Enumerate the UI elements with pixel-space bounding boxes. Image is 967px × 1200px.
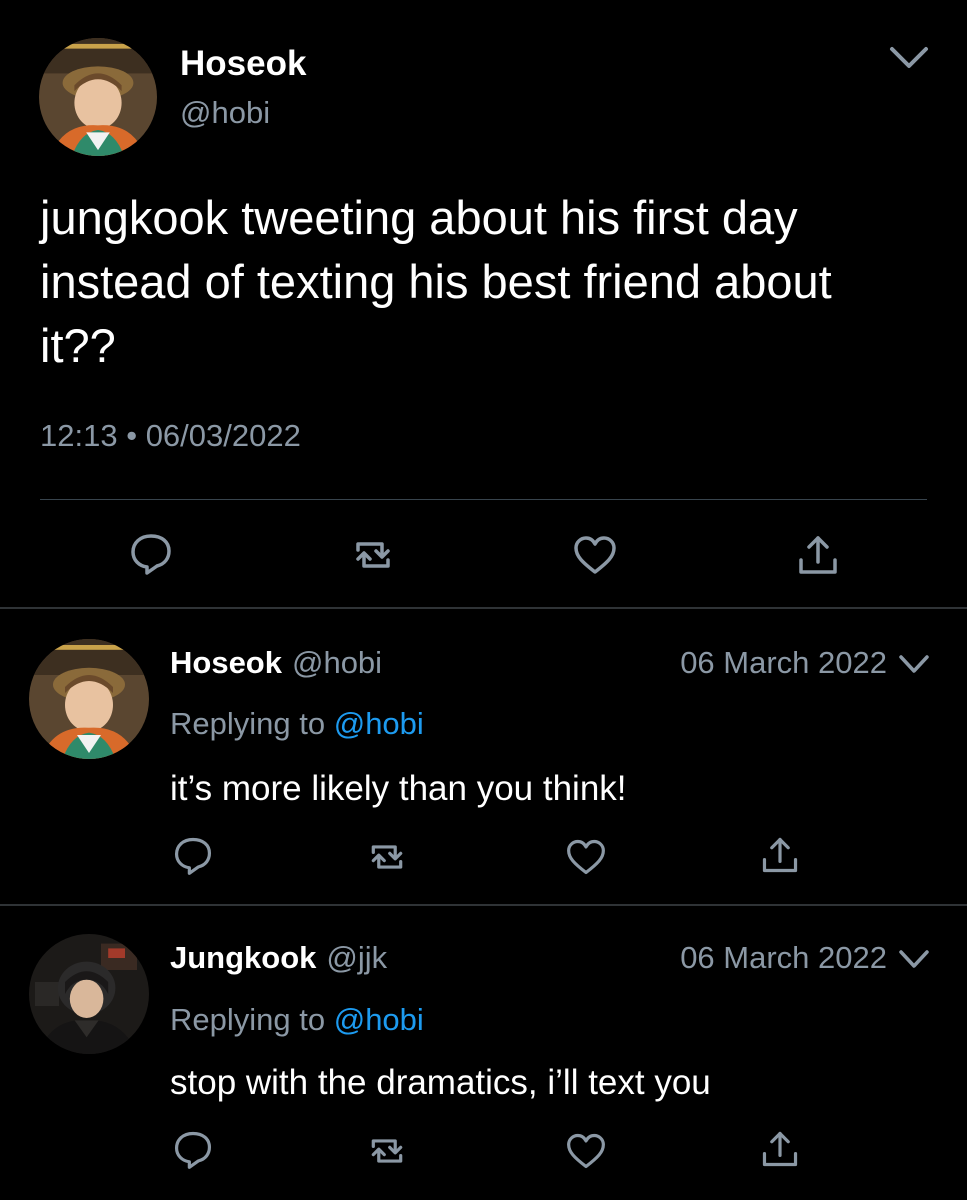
retweet-icon[interactable] [366,836,408,878]
heart-icon[interactable] [565,1130,607,1172]
share-icon[interactable] [795,532,841,578]
tweet-text: jungkook tweeting about his first day in… [40,191,832,372]
chevron-down-icon[interactable] [898,949,930,971]
reply-icon[interactable] [128,530,174,576]
reply-author-name: Hoseok [170,645,282,680]
tweet-timestamp[interactable]: 12:13 • 06/03/2022 [40,418,301,454]
reply-text: stop with the dramatics, i’ll text you [170,1063,711,1102]
reply-author-handle: @jjk [326,940,388,975]
share-icon[interactable] [759,1128,801,1170]
tweet-time: 12:13 [40,418,118,453]
tweet-date: 06/03/2022 [145,418,301,453]
retweet-icon[interactable] [350,532,396,578]
replying-prefix: Replying to [170,1002,326,1037]
author-name[interactable]: Hoseok [180,44,306,84]
retweet-icon[interactable] [366,1130,408,1172]
reply-text: it’s more likely than you think! [170,769,627,808]
reply-author[interactable]: Hoseok @hobi [170,645,382,681]
hoseok-avatar[interactable] [29,639,149,759]
jungkook-avatar[interactable] [29,934,149,1054]
reply-tweet[interactable]: Jungkook @jjk 06 March 2022 Replying to @… [0,906,967,1200]
reply-date[interactable]: 06 March 2022 [680,940,887,976]
replying-to: Replying to @hobi [170,706,424,742]
replying-prefix: Replying to [170,706,326,741]
reply-icon[interactable] [172,834,214,876]
heart-icon[interactable] [572,532,618,578]
chevron-down-icon[interactable] [898,654,930,676]
replying-to: Replying to @hobi [170,1002,424,1038]
share-icon[interactable] [759,834,801,876]
reply-tweet[interactable]: Hoseok @hobi 06 March 2022 Replying to @h… [0,609,967,905]
author-handle[interactable]: @hobi [180,95,270,131]
reply-author-handle: @hobi [291,645,383,680]
heart-icon[interactable] [565,836,607,878]
reply-author[interactable]: Jungkook @jjk [170,940,387,976]
hoseok-avatar[interactable] [39,38,157,156]
main-tweet: Hoseok @hobi jungkook tweeting about his… [0,0,967,608]
replying-mention[interactable]: @hobi [334,706,424,741]
divider [40,499,927,500]
reply-date[interactable]: 06 March 2022 [680,645,887,681]
meta-separator: • [126,418,138,453]
reply-author-name: Jungkook [170,940,317,975]
reply-icon[interactable] [172,1128,214,1170]
chevron-down-icon[interactable] [888,45,930,71]
replying-mention[interactable]: @hobi [334,1002,424,1037]
